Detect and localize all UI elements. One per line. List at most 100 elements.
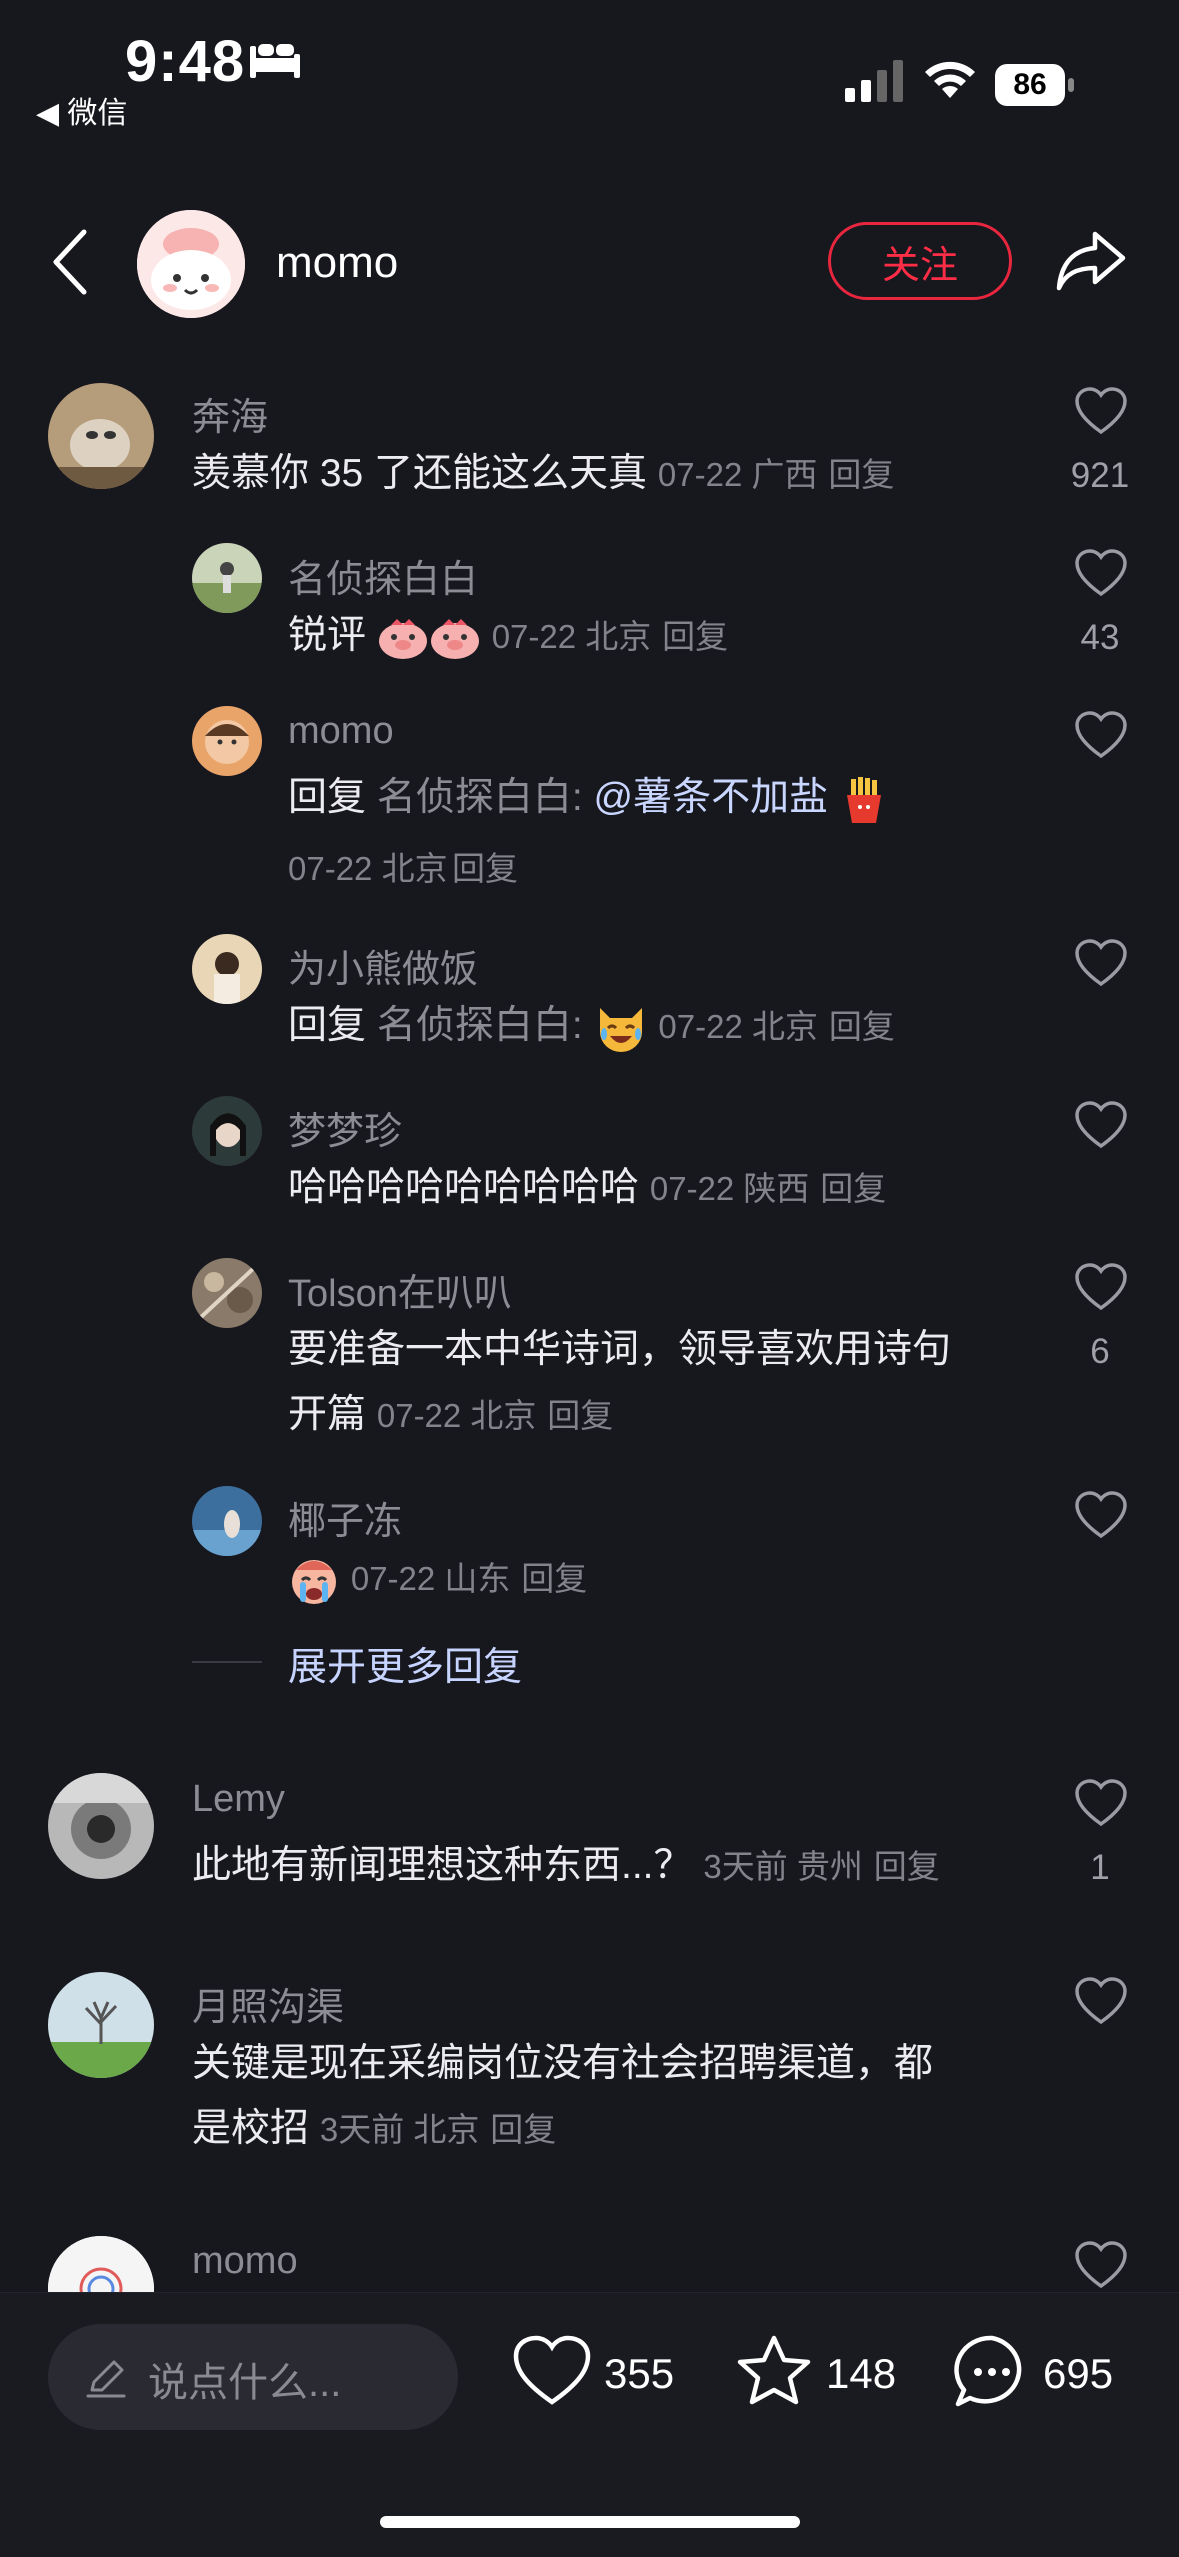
comment-text[interactable]: 回复 名侦探白白: 07-22 北京 回复 <box>288 994 895 1059</box>
reply-link[interactable]: 回复 <box>820 1170 886 1207</box>
commenter-avatar[interactable] <box>192 1486 262 1556</box>
comment-meta: 07-22 北京 <box>491 618 652 655</box>
comment-username[interactable]: Lemy <box>192 1778 285 1821</box>
comment-meta: 07-22 北京 <box>658 1008 818 1045</box>
like-count: 1 <box>1090 1848 1110 1887</box>
cellular-signal-icon <box>845 60 903 102</box>
comment-username[interactable]: 月照沟渠 <box>192 1976 344 2031</box>
reply-prefix: 回复 <box>288 776 367 819</box>
reply-link[interactable]: 回复 <box>662 618 728 655</box>
mention-link[interactable]: @薯条不加盐 <box>594 776 829 819</box>
like-count: 921 <box>1070 456 1130 495</box>
commenter-avatar[interactable] <box>192 706 262 776</box>
like-heart-icon[interactable] <box>512 2334 592 2408</box>
commenter-avatar[interactable] <box>48 383 154 489</box>
commenter-avatar[interactable] <box>192 934 262 1004</box>
comment-username[interactable]: Tolson在叭叭 <box>288 1262 512 1317</box>
fries-emoji-icon <box>846 776 881 823</box>
comment-username[interactable]: 椰子冻 <box>288 1490 402 1545</box>
comment-username[interactable]: 为小熊做饭 <box>288 938 478 993</box>
comment-meta: 07-22 北京 <box>376 1397 537 1434</box>
wifi-icon <box>925 61 975 98</box>
commenter-avatar[interactable] <box>192 543 262 613</box>
piggy-emoji-icon <box>430 618 479 659</box>
heart-icon[interactable] <box>1074 2240 1128 2290</box>
follow-button[interactable]: 关注 <box>828 222 1012 300</box>
comment-body: 羡慕你 35 了还能这么天真 <box>192 452 648 495</box>
commenter-avatar[interactable] <box>48 1773 154 1879</box>
crying-face-emoji-icon <box>292 1559 336 1604</box>
author-avatar[interactable] <box>137 210 245 318</box>
comment-body: 要准备一本中华诗词，领导喜欢用诗句 <box>288 1328 952 1371</box>
reply-link[interactable]: 回复 <box>828 456 894 493</box>
commenter-avatar[interactable] <box>192 1258 262 1328</box>
laughing-cat-emoji-icon <box>599 1007 642 1052</box>
like-count: 43 <box>1080 618 1120 657</box>
back-to-app-link[interactable]: ◀ 微信 <box>36 88 127 132</box>
comment-meta-row: 07-22 北京 回复 <box>288 842 518 890</box>
comment-meta: 07-22 陕西 <box>649 1170 810 1207</box>
author-name[interactable]: momo <box>276 238 398 288</box>
commenter-avatar[interactable] <box>48 1972 154 2078</box>
like-count: 6 <box>1090 1332 1110 1371</box>
heart-icon[interactable] <box>1074 710 1128 760</box>
piggy-emoji-icon <box>378 618 427 659</box>
heart-icon[interactable] <box>1074 938 1128 988</box>
comment-text[interactable]: 要准备一本中华诗词，领导喜欢用诗句 <box>288 1318 951 1382</box>
comment-body: 锐评 <box>288 614 367 657</box>
heart-icon[interactable] <box>1074 1778 1128 1828</box>
comment-text[interactable]: 羡慕你 35 了还能这么天真 07-22 广西 回复 <box>192 442 894 507</box>
comment-username[interactable]: 名侦探白白 <box>288 548 478 603</box>
comment-meta: 3天前 贵州 <box>703 1848 863 1885</box>
comment-bubble-icon[interactable] <box>952 2332 1032 2412</box>
heart-icon[interactable] <box>1074 1100 1128 1150</box>
comment-text[interactable]: 回复 名侦探白白: @薯条不加盐 <box>288 766 889 830</box>
reply-link[interactable]: 回复 <box>547 1397 613 1434</box>
comment-text-line2[interactable]: 开篇 07-22 北京 回复 <box>288 1383 613 1448</box>
reply-link[interactable]: 回复 <box>452 850 518 887</box>
comment-text[interactable]: 锐评 07-22 北京 回复 <box>288 604 728 669</box>
heart-icon[interactable] <box>1074 1976 1128 2026</box>
comment-count: 695 <box>1043 2350 1114 2397</box>
favorite-star-icon[interactable] <box>734 2332 814 2410</box>
comment-text-line2[interactable]: 是校招 3天前 北京 回复 <box>192 2097 556 2162</box>
heart-icon[interactable] <box>1074 548 1128 598</box>
sleep-mode-icon <box>250 44 300 78</box>
back-arrow-icon[interactable] <box>50 228 90 296</box>
comment-username[interactable]: 奔海 <box>192 386 268 441</box>
heart-icon[interactable] <box>1074 1262 1128 1312</box>
comment-input-placeholder[interactable]: 说点什么... <box>148 2350 341 2408</box>
reply-link[interactable]: 回复 <box>874 1848 940 1885</box>
comment-text[interactable]: 关键是现在采编岗位没有社会招聘渠道，都 <box>192 2032 933 2096</box>
comment-text[interactable]: 此地有新闻理想这种东西...？ 3天前 贵州 回复 <box>192 1834 940 1899</box>
comment-text[interactable]: 07-22 山东 回复 <box>288 1546 587 1611</box>
reply-target[interactable]: 名侦探白白: <box>377 1004 583 1047</box>
reply-link[interactable]: 回复 <box>829 1008 895 1045</box>
comment-username[interactable]: momo <box>288 710 394 753</box>
commenter-avatar[interactable] <box>192 1096 262 1166</box>
reply-link[interactable]: 回复 <box>490 2111 556 2148</box>
pencil-icon <box>86 2360 126 2398</box>
like-count-total: 355 <box>604 2350 675 2397</box>
battery-level: 86 <box>1013 68 1047 101</box>
comment-body: 是校招 <box>192 2107 310 2150</box>
reply-target[interactable]: 名侦探白白: <box>377 776 583 819</box>
heart-icon[interactable] <box>1074 386 1128 436</box>
comment-meta: 07-22 北京 <box>288 850 448 887</box>
home-indicator[interactable] <box>380 2516 800 2528</box>
heart-icon[interactable] <box>1074 1490 1128 1540</box>
comment-body: 开篇 <box>288 1393 367 1436</box>
favorite-count: 148 <box>826 2350 897 2397</box>
reply-prefix: 回复 <box>288 1004 367 1047</box>
share-icon[interactable] <box>1055 228 1127 292</box>
reply-link[interactable]: 回复 <box>521 1560 587 1597</box>
comment-meta: 3天前 北京 <box>319 2111 480 2148</box>
comment-text[interactable]: 哈哈哈哈哈哈哈哈哈 07-22 陕西 回复 <box>288 1156 886 1221</box>
comment-body: 此地有新闻理想这种东西...？ <box>192 1844 693 1887</box>
battery-indicator: 86 <box>995 64 1075 106</box>
comment-body: 关键是现在采编岗位没有社会招聘渠道，都 <box>192 2042 934 2085</box>
comment-username[interactable]: 梦梦珍 <box>288 1100 402 1155</box>
comment-username[interactable]: momo <box>192 2240 298 2283</box>
expand-more-replies-link[interactable]: 展开更多回复 <box>288 1636 522 1692</box>
status-time: 9:48 <box>125 29 246 94</box>
